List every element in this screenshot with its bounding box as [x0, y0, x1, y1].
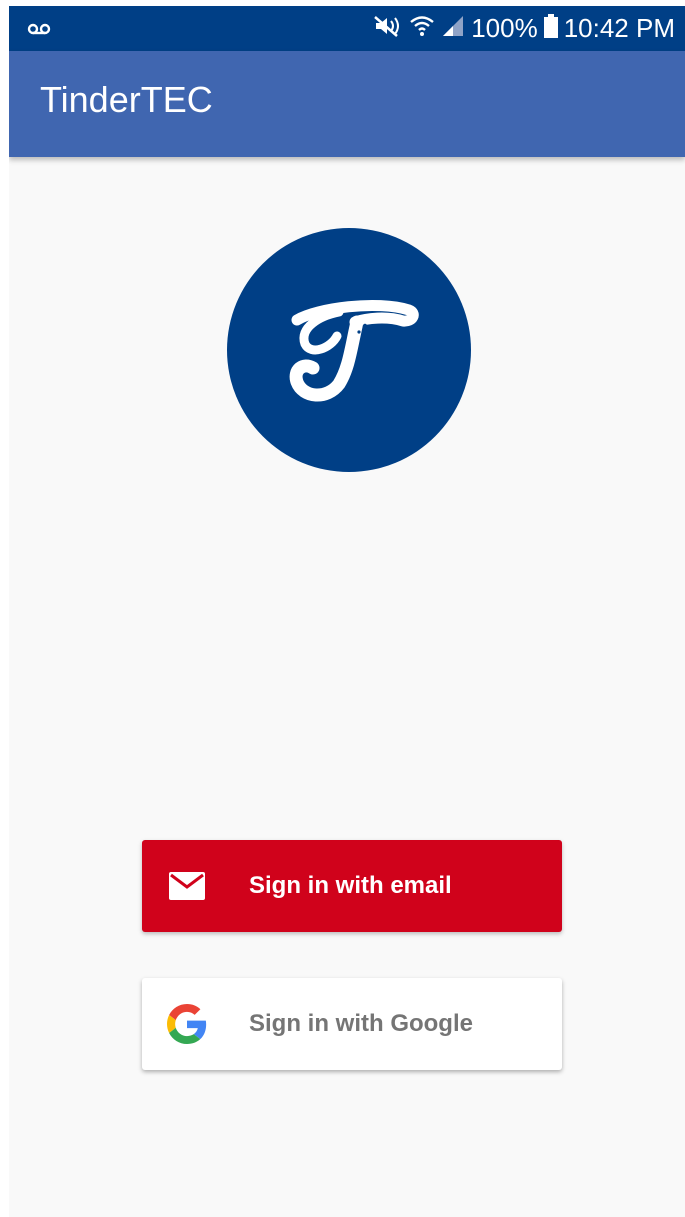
wifi-icon: [409, 13, 435, 44]
status-icons: 100% 10:42 PM: [373, 6, 675, 51]
mail-icon: [167, 866, 207, 906]
app-screen: 100% 10:42 PM TinderTEC Sign in with ema…: [9, 6, 685, 1217]
sign-in-email-button[interactable]: Sign in with email: [142, 840, 562, 932]
clock: 10:42 PM: [563, 13, 675, 43]
battery-percentage: 100%: [471, 13, 538, 43]
mute-icon: [373, 14, 403, 43]
status-bar: 100% 10:42 PM: [9, 6, 685, 51]
app-bar: TinderTEC: [9, 51, 685, 157]
app-logo: [227, 228, 471, 472]
sign-in-email-label: Sign in with email: [249, 872, 452, 899]
sign-in-google-button[interactable]: Sign in with Google: [142, 978, 562, 1070]
signal-icon: [441, 14, 465, 43]
app-title: TinderTEC: [40, 79, 213, 120]
logo-letter-icon: [289, 300, 419, 402]
google-icon: [167, 1004, 207, 1044]
voicemail-icon: [27, 18, 51, 38]
battery-icon: [543, 14, 558, 43]
sign-in-google-label: Sign in with Google: [249, 1010, 473, 1037]
